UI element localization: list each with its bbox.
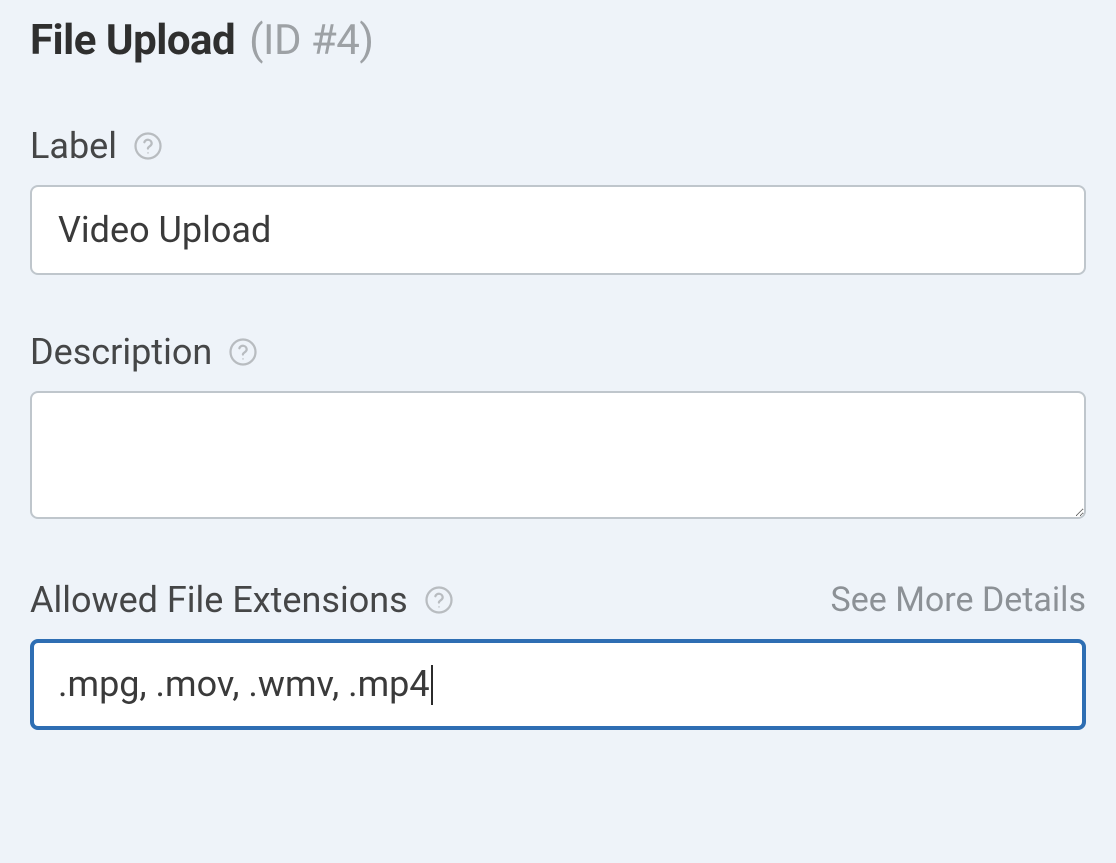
description-field-group: Description	[30, 331, 1086, 523]
help-icon[interactable]	[133, 131, 163, 161]
see-more-details-link[interactable]: See More Details	[831, 580, 1086, 620]
header-title: File Upload	[30, 16, 235, 65]
description-field-left: Description	[30, 331, 258, 373]
label-field-label: Label	[30, 125, 117, 167]
extensions-field-left: Allowed File Extensions	[30, 579, 454, 621]
header: File Upload (ID #4)	[30, 0, 1086, 65]
help-icon[interactable]	[228, 337, 258, 367]
description-field-label: Description	[30, 331, 212, 373]
description-field-row: Description	[30, 331, 1086, 373]
header-id-text: (ID #4)	[249, 16, 373, 65]
label-input[interactable]	[30, 185, 1086, 275]
label-field-left: Label	[30, 125, 163, 167]
help-icon[interactable]	[424, 585, 454, 615]
text-caret	[431, 665, 433, 705]
extensions-field-row: Allowed File Extensions See More Details	[30, 579, 1086, 621]
label-field-row: Label	[30, 125, 1086, 167]
label-field-group: Label	[30, 125, 1086, 275]
description-input[interactable]	[30, 391, 1086, 519]
extensions-field-label: Allowed File Extensions	[30, 579, 408, 621]
extensions-field-group: Allowed File Extensions See More Details…	[30, 579, 1086, 730]
extensions-input-value: .mpg, .mov, .wmv, .mp4	[58, 663, 430, 706]
extensions-input[interactable]: .mpg, .mov, .wmv, .mp4	[30, 639, 1086, 730]
